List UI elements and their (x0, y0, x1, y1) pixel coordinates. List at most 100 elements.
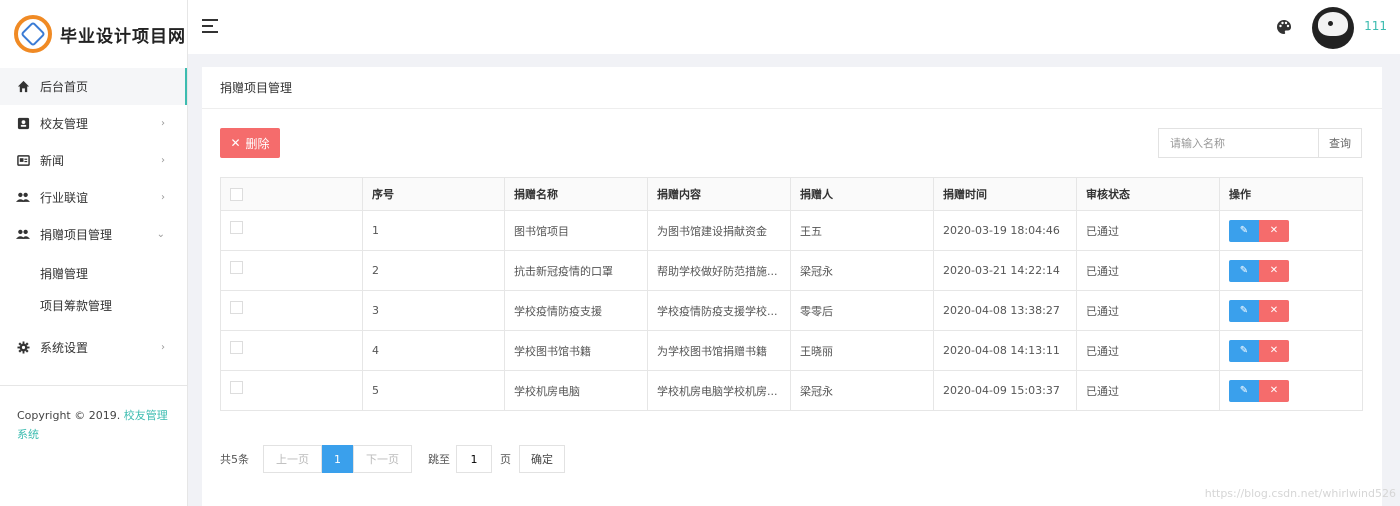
home-icon (16, 80, 30, 94)
row-checkbox[interactable] (230, 340, 243, 354)
sidebar-item-alumni[interactable]: 校友管理 › (0, 105, 187, 142)
sidebar-subitem-fundraising[interactable]: 项目筹款管理 (0, 289, 187, 321)
sidebar-item-label: 新闻 (40, 154, 65, 168)
table-row: 5 学校机房电脑 学校机房电脑学校机房... 梁冠永 2020-04-09 15… (220, 370, 1363, 411)
group-icon (16, 228, 30, 242)
pencil-icon: ✎ (1239, 305, 1249, 316)
cell-name: 学校疫情防疫支援 (504, 290, 648, 331)
cell-no: 3 (362, 290, 505, 331)
cell-status: 已通过 (1076, 250, 1220, 291)
group-icon (16, 191, 30, 205)
chevron-right-icon: › (161, 342, 165, 353)
watermark: https://blog.csdn.net/whirlwind526 (1204, 487, 1396, 500)
sidebar-subitem-donation-manage[interactable]: 捐赠管理 (0, 257, 187, 289)
cell-no: 2 (362, 250, 505, 291)
cell-content: 为学校图书馆捐赠书籍 (647, 330, 791, 371)
close-icon: ✕ (1269, 225, 1279, 236)
cell-time: 2020-03-19 18:04:46 (933, 210, 1077, 251)
delete-button[interactable]: ✕ 删除 (220, 128, 280, 158)
cell-no: 4 (362, 330, 505, 371)
contact-card-icon (16, 117, 30, 131)
logo[interactable]: 毕业设计项目网 (0, 0, 187, 68)
column-header: 审核状态 (1076, 177, 1220, 211)
cell-donor: 王五 (790, 210, 934, 251)
cell-donor: 王晓丽 (790, 330, 934, 371)
pencil-icon: ✎ (1239, 225, 1249, 236)
close-icon: ✕ (1269, 305, 1279, 316)
sidebar-item-label: 后台首页 (40, 80, 89, 94)
goto-label: 跳至 (428, 453, 450, 466)
cell-time: 2020-04-08 13:38:27 (933, 290, 1077, 331)
sidebar-item-donation[interactable]: 捐赠项目管理 ⌄ (0, 216, 187, 253)
sidebar-item-label: 校友管理 (40, 117, 89, 131)
page-number-button[interactable]: 1 (322, 445, 353, 473)
sidebar-divider (0, 385, 187, 386)
cell-time: 2020-04-08 14:13:11 (933, 330, 1077, 371)
menu-toggle-icon[interactable] (202, 19, 218, 37)
sidebar-subitem-label: 捐赠管理 (40, 266, 89, 281)
row-checkbox[interactable] (230, 300, 243, 314)
sidebar-nav: 后台首页 校友管理 › 新闻 › 行业联谊 › 捐赠项目管理 ⌄ (0, 68, 187, 253)
sidebar-item-dashboard[interactable]: 后台首页 (0, 68, 187, 105)
sidebar-subitem-label: 项目筹款管理 (40, 298, 113, 313)
search-button[interactable]: 查询 (1318, 128, 1362, 158)
cell-no: 5 (362, 370, 505, 411)
cell-donor: 梁冠永 (790, 250, 934, 291)
username[interactable]: 111 (1364, 19, 1387, 33)
select-all-cell (220, 177, 363, 211)
next-page-button[interactable]: 下一页 (353, 445, 412, 473)
goto-page-input[interactable] (456, 445, 492, 473)
chevron-right-icon: › (161, 118, 165, 129)
edit-button[interactable]: ✎ (1229, 299, 1259, 322)
edit-button[interactable]: ✎ (1229, 379, 1259, 402)
cell-status: 已通过 (1076, 290, 1220, 331)
page-unit-label: 页 (500, 453, 511, 466)
brand-name: 毕业设计项目网 (60, 26, 186, 47)
cell-no: 1 (362, 210, 505, 251)
palette-icon[interactable] (1276, 19, 1292, 35)
column-header: 捐赠名称 (504, 177, 648, 211)
row-checkbox[interactable] (230, 260, 243, 274)
edit-button[interactable]: ✎ (1229, 259, 1259, 282)
prev-page-button[interactable]: 上一页 (263, 445, 322, 473)
edit-button[interactable]: ✎ (1229, 339, 1259, 362)
main-panel: 捐赠项目管理 ✕ 删除 查询 序号 捐赠名称 捐赠内容 捐赠人 捐赠时间 审核状… (202, 67, 1382, 506)
top-bar: 111 (188, 0, 1400, 54)
goto-confirm-button[interactable]: 确定 (519, 445, 565, 473)
sidebar-item-industry[interactable]: 行业联谊 › (0, 179, 187, 216)
pencil-icon: ✎ (1239, 385, 1249, 396)
close-icon: ✕ (1269, 345, 1279, 356)
close-icon: ✕ (1269, 385, 1279, 396)
row-delete-button[interactable]: ✕ (1259, 379, 1289, 402)
row-delete-button[interactable]: ✕ (1259, 219, 1289, 242)
row-delete-button[interactable]: ✕ (1259, 339, 1289, 362)
sidebar-item-label: 捐赠项目管理 (40, 228, 113, 242)
column-header: 序号 (362, 177, 505, 211)
column-header: 捐赠时间 (933, 177, 1077, 211)
sidebar-item-label: 行业联谊 (40, 191, 89, 205)
row-checkbox[interactable] (230, 380, 243, 394)
cell-donor: 梁冠永 (790, 370, 934, 411)
cell-name: 抗击新冠疫情的口罩 (504, 250, 648, 291)
gear-icon (16, 341, 30, 355)
page-title: 捐赠项目管理 (202, 67, 1382, 109)
row-delete-button[interactable]: ✕ (1259, 259, 1289, 282)
row-checkbox[interactable] (230, 220, 243, 234)
row-delete-button[interactable]: ✕ (1259, 299, 1289, 322)
edit-button[interactable]: ✎ (1229, 219, 1259, 242)
copyright: Copyright © 2019. 校友管理系统 (17, 406, 177, 444)
sidebar-item-news[interactable]: 新闻 › (0, 142, 187, 179)
close-icon: ✕ (1269, 265, 1279, 276)
select-all-checkbox[interactable] (230, 187, 243, 201)
chevron-right-icon: › (161, 155, 165, 166)
table-row: 1 图书馆项目 为图书馆建设捐献资金 王五 2020-03-19 18:04:4… (220, 210, 1363, 251)
sidebar-item-settings[interactable]: 系统设置 › (0, 329, 187, 366)
cell-content: 学校机房电脑学校机房... (647, 370, 791, 411)
cell-content: 学校疫情防疫支援学校... (647, 290, 791, 331)
column-header: 捐赠人 (790, 177, 934, 211)
cell-name: 学校图书馆书籍 (504, 330, 648, 371)
avatar[interactable] (1312, 7, 1354, 49)
search-input[interactable] (1158, 128, 1318, 158)
sidebar-item-label: 系统设置 (40, 341, 89, 355)
cell-status: 已通过 (1076, 330, 1220, 371)
